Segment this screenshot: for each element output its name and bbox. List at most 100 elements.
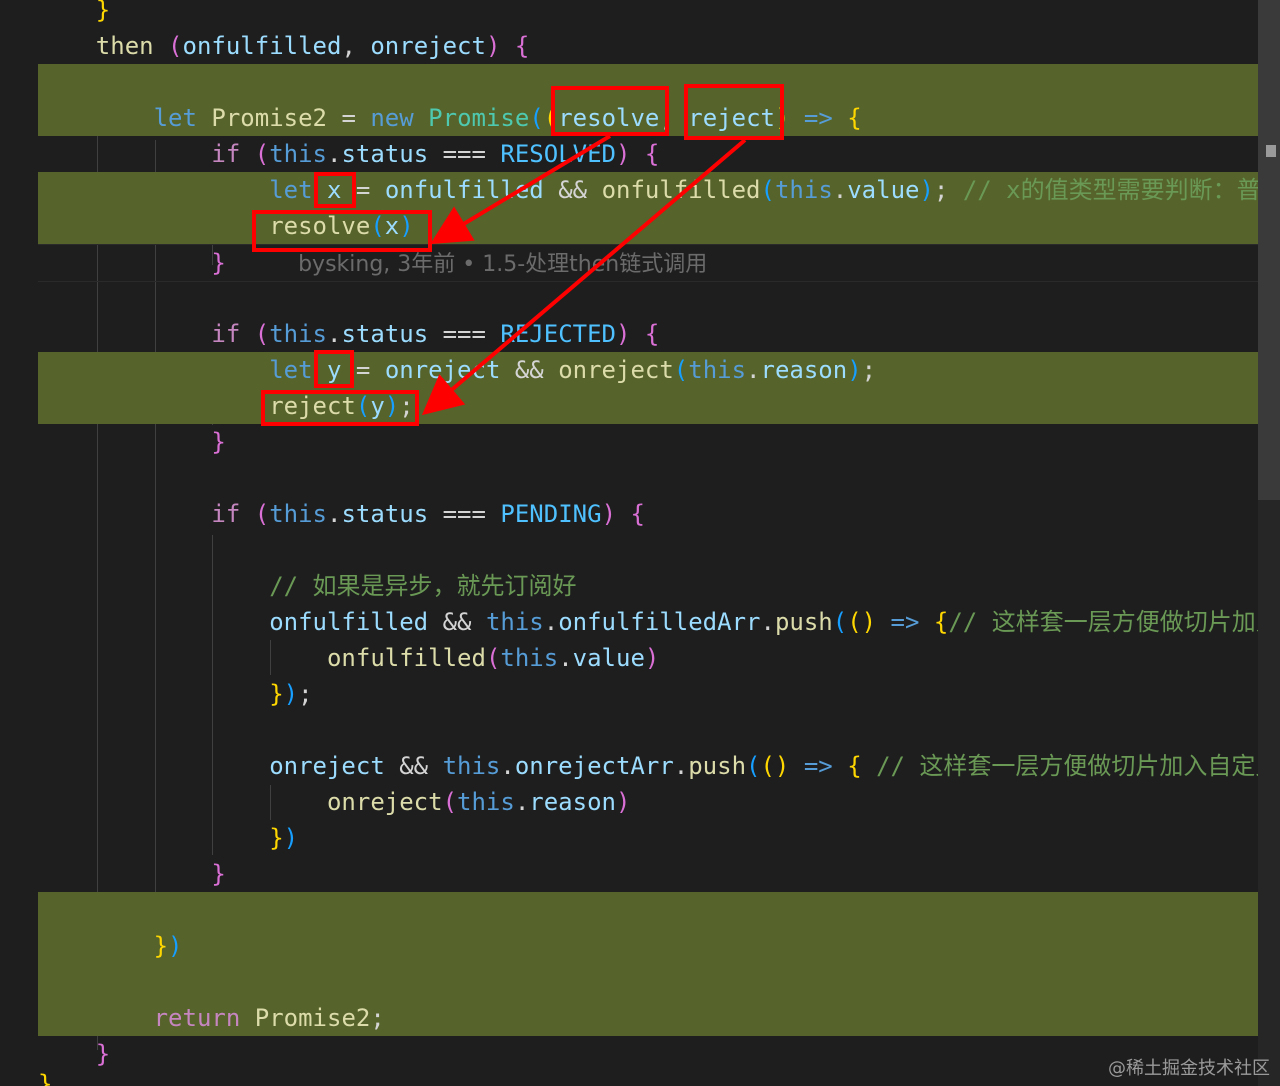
code-token: => — [876, 608, 934, 636]
code-token: { — [514, 32, 530, 60]
code-token: => — [789, 104, 848, 132]
closing-brace: } — [38, 1070, 53, 1086]
code-token: ) — [616, 320, 631, 348]
code-line[interactable]: 0 // 如果是异步，就先订阅好 — [0, 568, 1258, 604]
code-line[interactable]: 8 if (this.status === PENDING) { — [0, 496, 1258, 532]
code-line[interactable]: 3 }); — [0, 676, 1258, 712]
code-text: } — [38, 424, 226, 460]
code-comment: // 这样套一层方便做切片加入自定义逻辑 — [948, 608, 1280, 636]
code-token: reason — [529, 788, 616, 816]
code-line[interactable]: 0+ resolve(x) — [0, 208, 1258, 244]
code-token: && — [543, 176, 602, 204]
code-token: () — [760, 752, 790, 780]
code-token: ) — [283, 680, 299, 708]
code-line[interactable]: 5 then (onfulfilled, onreject) { — [0, 28, 1258, 64]
code-token: && — [384, 752, 443, 780]
vertical-scrollbar[interactable] — [1258, 0, 1280, 500]
code-line[interactable]: 7 }) — [0, 820, 1258, 856]
code-line[interactable]: 3 if (this.status === REJECTED) { — [0, 316, 1258, 352]
code-token: push — [774, 608, 833, 636]
code-token: onreject — [558, 356, 674, 384]
code-token: } — [211, 428, 226, 456]
code-token: = — [341, 176, 385, 204]
code-token: { — [933, 608, 949, 636]
code-token: ) — [168, 932, 183, 960]
code-token: } — [95, 1040, 111, 1068]
code-token: === — [428, 320, 501, 348]
code-token: ) — [847, 356, 862, 384]
code-token: ( — [832, 608, 848, 636]
code-text: let x = onfulfilled && onfulfilled(this.… — [38, 172, 1280, 208]
code-line[interactable]: 2 — [0, 280, 1258, 316]
code-line[interactable]: 3 } — [0, 1036, 1258, 1072]
code-line[interactable]: 9+ — [0, 892, 1258, 928]
code-token: . — [760, 608, 775, 636]
code-token: this — [500, 644, 559, 672]
code-line[interactable]: 0+ }) — [0, 928, 1258, 964]
code-token: this — [457, 788, 515, 816]
code-line[interactable]: 6 } — [0, 424, 1258, 460]
code-line[interactable]: 7 — [0, 460, 1258, 496]
code-token: this — [269, 500, 327, 528]
code-token: ) — [384, 392, 400, 420]
code-text: let Promise2 = new Promise((resolve, rej… — [38, 100, 862, 136]
code-token: ) — [485, 32, 501, 60]
code-line[interactable]: 9+ let x = onfulfilled && onfulfilled(th… — [0, 172, 1280, 208]
code-line[interactable]: 4 — [0, 712, 1258, 748]
code-text: onfulfilled(this.value) — [38, 640, 659, 676]
code-editor[interactable]: 4 }5 then (onfulfilled, onreject) {6+7+ … — [0, 0, 1280, 1086]
code-line[interactable]: 2+ return Promise2; — [0, 1000, 1258, 1036]
code-line[interactable]: 7+ let Promise2 = new Promise((resolve, … — [0, 100, 1258, 136]
scrollbar-track[interactable] — [1258, 500, 1280, 1086]
code-token: onfulfilled — [182, 32, 342, 60]
code-text: if (this.status === REJECTED) { — [38, 316, 659, 352]
code-line[interactable]: 5 onreject && this.onrejectArr.push(() =… — [0, 748, 1280, 784]
code-line[interactable]: 4+ let y = onreject && onreject(this.rea… — [0, 352, 1258, 388]
code-token: onfulfilled — [326, 644, 486, 672]
code-token: = — [341, 356, 385, 384]
code-token: reject — [688, 104, 775, 132]
code-token: ( — [370, 212, 385, 240]
code-token: } — [211, 860, 226, 888]
code-line[interactable]: 8 if (this.status === RESOLVED) { — [0, 136, 1258, 172]
code-line[interactable]: 4 } — [0, 0, 1258, 28]
code-text: resolve(x) — [38, 208, 414, 244]
code-line[interactable]: 6 onreject(this.reason) — [0, 784, 1258, 820]
code-line[interactable]: 2 onfulfilled(this.value) — [0, 640, 1258, 676]
code-token: ; — [933, 176, 963, 204]
code-line[interactable]: 1 } bysking, 3年前 • 1.5-处理then链式调用 — [0, 244, 1258, 282]
code-token: return — [153, 1004, 241, 1032]
code-token: ) — [616, 140, 631, 168]
code-token: ; — [298, 680, 313, 708]
line-number-gutter — [0, 0, 38, 1086]
code-token: && — [428, 608, 486, 636]
code-token: ) — [601, 500, 617, 528]
code-token: onfulfilledArr — [558, 608, 761, 636]
code-token: ; — [861, 356, 877, 384]
code-token: . — [327, 320, 342, 348]
code-line[interactable]: 9 — [0, 532, 1258, 568]
code-line[interactable]: 6+ — [0, 64, 1258, 100]
code-token: { — [644, 140, 660, 168]
code-line[interactable]: 1 onfulfilled && this.onfulfilledArr.pus… — [0, 604, 1280, 640]
code-token: ( — [254, 500, 270, 528]
code-token: } — [95, 0, 111, 24]
code-token: . — [558, 644, 573, 672]
git-blame-annotation: bysking, 3年前 • 1.5-处理then链式调用 — [298, 252, 708, 277]
code-line[interactable]: 1+ — [0, 964, 1258, 1000]
code-line[interactable]: 8 } — [0, 856, 1258, 892]
code-token: status — [341, 140, 429, 168]
code-line[interactable]: 5+ reject(y); — [0, 388, 1258, 424]
